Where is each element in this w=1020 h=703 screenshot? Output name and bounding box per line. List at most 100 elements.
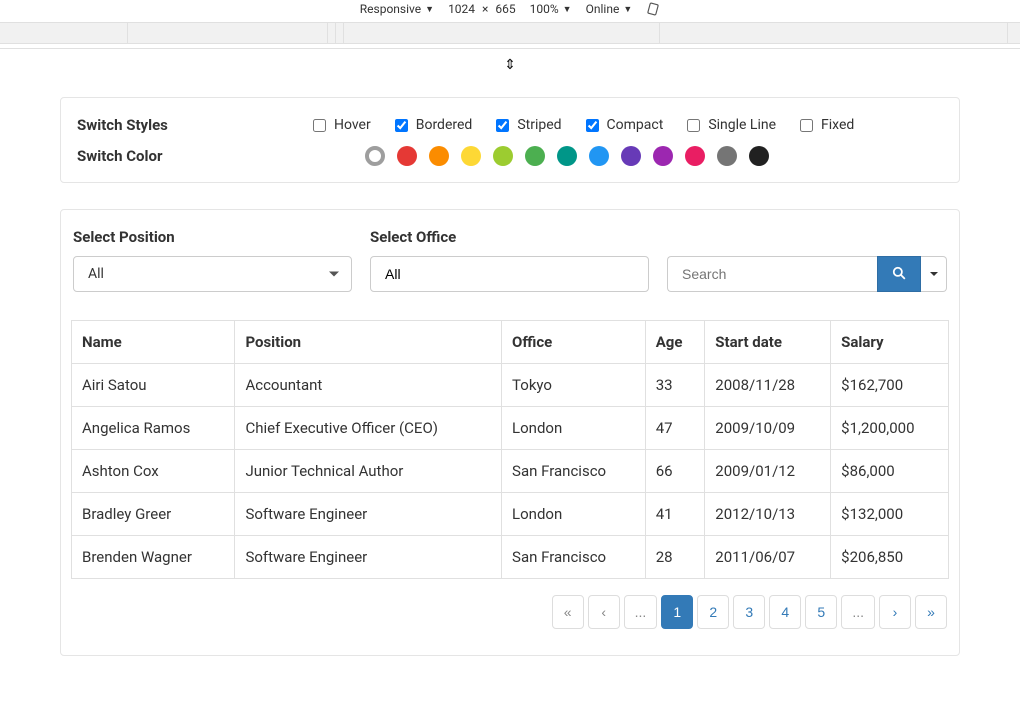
- color-swatch[interactable]: [397, 146, 417, 166]
- device-mode-select[interactable]: Responsive ▼: [360, 2, 434, 16]
- color-swatch[interactable]: [653, 146, 673, 166]
- style-option-compact[interactable]: Compact: [586, 117, 664, 133]
- style-option-label: Striped: [517, 117, 561, 133]
- table-panel: Select Position All Select Office: [60, 209, 960, 656]
- style-option-fixed[interactable]: Fixed: [800, 117, 854, 133]
- color-swatch[interactable]: [557, 146, 577, 166]
- style-option-hover[interactable]: Hover: [313, 117, 371, 133]
- color-swatch[interactable]: [429, 146, 449, 166]
- column-header[interactable]: Name: [72, 321, 235, 364]
- style-checkbox[interactable]: [800, 119, 813, 132]
- table-cell: Bradley Greer: [72, 493, 235, 536]
- column-header[interactable]: Age: [645, 321, 705, 364]
- style-checkbox[interactable]: [313, 119, 326, 132]
- style-checkbox[interactable]: [496, 119, 509, 132]
- table-cell: $206,850: [831, 536, 949, 579]
- table-cell: 41: [645, 493, 705, 536]
- color-swatch[interactable]: [589, 146, 609, 166]
- color-swatch[interactable]: [621, 146, 641, 166]
- search-input[interactable]: [667, 256, 877, 292]
- table-cell: Junior Technical Author: [235, 450, 502, 493]
- select-position-value: All: [88, 266, 104, 282]
- color-swatch[interactable]: [365, 146, 385, 166]
- table-row: Angelica RamosChief Executive Officer (C…: [72, 407, 949, 450]
- search-options-button[interactable]: [921, 256, 947, 292]
- select-position-dropdown[interactable]: All: [73, 256, 352, 292]
- devtools-bar: Responsive ▼ 1024 × 665 100% ▼ Online ▼: [0, 0, 1020, 22]
- style-option-striped[interactable]: Striped: [496, 117, 561, 133]
- table-cell: Ashton Cox: [72, 450, 235, 493]
- table-row: Bradley GreerSoftware EngineerLondon4120…: [72, 493, 949, 536]
- page-next[interactable]: ›: [879, 595, 911, 629]
- page-ellipsis[interactable]: ...: [841, 595, 875, 629]
- search-button[interactable]: [877, 256, 921, 292]
- page-ellipsis[interactable]: ...: [624, 595, 658, 629]
- column-header[interactable]: Start date: [705, 321, 831, 364]
- style-option-label: Fixed: [821, 117, 854, 133]
- style-checkbox[interactable]: [395, 119, 408, 132]
- style-option-label: Hover: [334, 117, 371, 133]
- page-first[interactable]: «: [552, 595, 584, 629]
- viewport-dimensions: 1024 × 665: [448, 2, 516, 16]
- style-checkbox[interactable]: [586, 119, 599, 132]
- data-table: NamePositionOfficeAgeStart dateSalary Ai…: [71, 320, 949, 579]
- style-checkbox[interactable]: [687, 119, 700, 132]
- column-header[interactable]: Office: [502, 321, 646, 364]
- table-cell: London: [502, 493, 646, 536]
- page-number[interactable]: 2: [697, 595, 729, 629]
- table-cell: London: [502, 407, 646, 450]
- tab-strip: [0, 22, 1020, 44]
- column-header[interactable]: Position: [235, 321, 502, 364]
- select-position-label: Select Position: [73, 228, 352, 246]
- table-cell: $1,200,000: [831, 407, 949, 450]
- viewport-height[interactable]: 665: [495, 2, 515, 16]
- network-select[interactable]: Online ▼: [586, 2, 633, 16]
- select-office-label: Select Office: [370, 228, 649, 246]
- table-cell: 2008/11/28: [705, 364, 831, 407]
- switch-styles-label: Switch Styles: [77, 116, 313, 134]
- pagination: «‹...12345...›»: [552, 595, 947, 629]
- color-swatch[interactable]: [493, 146, 513, 166]
- color-swatch[interactable]: [685, 146, 705, 166]
- table-cell: Brenden Wagner: [72, 536, 235, 579]
- color-swatch[interactable]: [461, 146, 481, 166]
- page-prev[interactable]: ‹: [588, 595, 620, 629]
- select-office-input[interactable]: [370, 256, 649, 292]
- color-swatch[interactable]: [525, 146, 545, 166]
- table-cell: Software Engineer: [235, 536, 502, 579]
- table-row: Airi SatouAccountantTokyo332008/11/28$16…: [72, 364, 949, 407]
- page-number[interactable]: 4: [769, 595, 801, 629]
- table-cell: $132,000: [831, 493, 949, 536]
- table-cell: 33: [645, 364, 705, 407]
- style-option-label: Bordered: [416, 117, 473, 133]
- table-cell: Airi Satou: [72, 364, 235, 407]
- table-cell: 2009/10/09: [705, 407, 831, 450]
- style-option-label: Compact: [607, 117, 664, 133]
- table-cell: 2011/06/07: [705, 536, 831, 579]
- search-icon: [892, 266, 906, 283]
- style-option-single-line[interactable]: Single Line: [687, 117, 776, 133]
- page-number[interactable]: 3: [733, 595, 765, 629]
- switch-color-label: Switch Color: [77, 147, 313, 165]
- color-swatch[interactable]: [717, 146, 737, 166]
- table-cell: San Francisco: [502, 450, 646, 493]
- page-number[interactable]: 1: [661, 595, 693, 629]
- table-cell: Software Engineer: [235, 493, 502, 536]
- page-last[interactable]: »: [915, 595, 947, 629]
- resize-handle-icon[interactable]: ⇕: [504, 57, 516, 73]
- page-number[interactable]: 5: [805, 595, 837, 629]
- table-cell: Angelica Ramos: [72, 407, 235, 450]
- zoom-select[interactable]: 100% ▼: [530, 2, 572, 16]
- table-cell: $86,000: [831, 450, 949, 493]
- table-row: Ashton CoxJunior Technical AuthorSan Fra…: [72, 450, 949, 493]
- rotate-icon[interactable]: [646, 2, 660, 16]
- color-swatch[interactable]: [749, 146, 769, 166]
- table-cell: Accountant: [235, 364, 502, 407]
- style-option-bordered[interactable]: Bordered: [395, 117, 473, 133]
- viewport-width[interactable]: 1024: [448, 2, 475, 16]
- table-cell: 28: [645, 536, 705, 579]
- table-cell: Tokyo: [502, 364, 646, 407]
- table-cell: Chief Executive Officer (CEO): [235, 407, 502, 450]
- chevron-down-icon: [930, 272, 938, 276]
- column-header[interactable]: Salary: [831, 321, 949, 364]
